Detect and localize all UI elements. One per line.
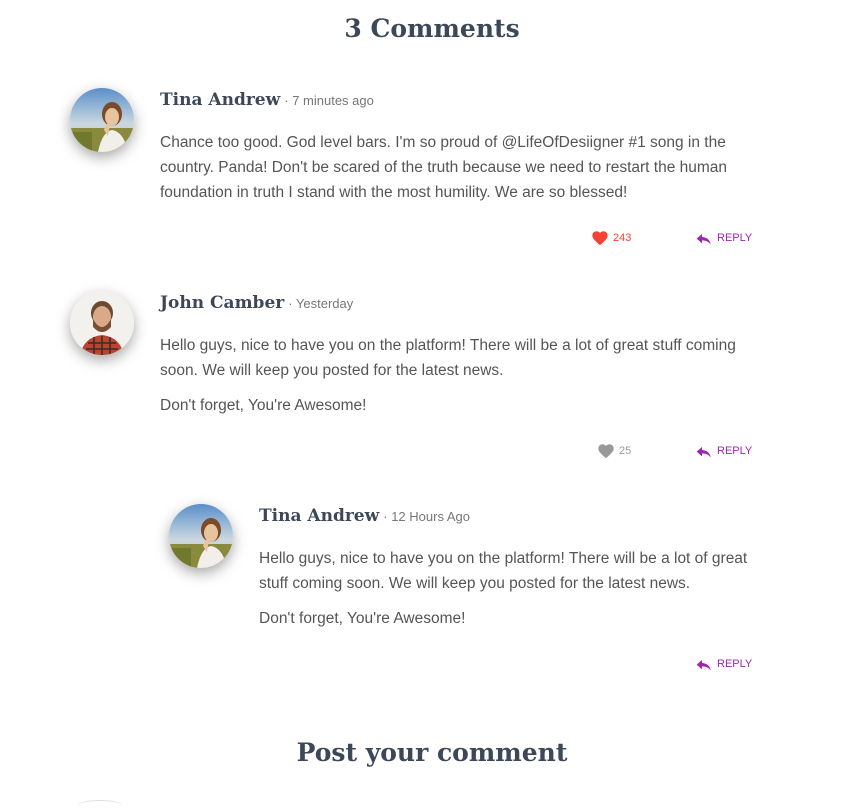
reply-label: REPLY (717, 445, 753, 457)
comment-timestamp: · 12 Hours Ago (383, 509, 470, 524)
comment-paragraph: Chance too good. God level bars. I'm so … (160, 134, 728, 201)
comment: John Camber · Yesterday Hello guys, nice … (70, 291, 770, 471)
comment-timestamp: · 7 minutes ago (284, 93, 374, 108)
avatar[interactable] (70, 291, 134, 355)
comment-author[interactable]: John Camber (160, 293, 284, 313)
comment-author[interactable]: Tina Andrew (160, 90, 280, 110)
reply-arrow-icon (696, 447, 711, 458)
avatar-photo-woman (169, 504, 233, 568)
comment-body: Hello guys, nice to have you on the plat… (259, 546, 764, 641)
reply-label: REPLY (717, 658, 753, 670)
nested-comment: Tina Andrew · 12 Hours Ago Hello guys, ni… (169, 504, 769, 684)
like-button[interactable]: 243 (591, 230, 631, 246)
avatar[interactable] (169, 504, 233, 568)
comment: Tina Andrew · 7 minutes ago Chance too go… (70, 88, 770, 258)
comment-timestamp: · Yesterday (288, 296, 354, 311)
avatar[interactable] (70, 88, 134, 152)
comment-paragraph: Don't forget, You're Awesome! (259, 610, 466, 627)
heart-icon (598, 444, 614, 459)
avatar-photo-man (70, 291, 134, 355)
comment-paragraph: Hello guys, nice to have you on the plat… (160, 337, 736, 379)
reply-arrow-icon (696, 660, 711, 671)
comment-body: Chance too good. God level bars. I'm so … (160, 130, 750, 215)
comment-paragraph: Don't forget, You're Awesome! (160, 397, 367, 414)
reply-arrow-icon (696, 234, 711, 245)
like-count: 243 (613, 232, 632, 244)
avatar (78, 800, 122, 811)
reply-button[interactable]: REPLY (696, 444, 752, 458)
reply-label: REPLY (717, 232, 753, 244)
heart-icon (592, 231, 608, 246)
post-comment-title: Post your comment (296, 738, 568, 767)
comment-author[interactable]: Tina Andrew (259, 506, 379, 526)
like-count: 25 (619, 445, 632, 457)
like-button[interactable]: 25 (597, 443, 631, 459)
comment-paragraph: Hello guys, nice to have you on the plat… (259, 550, 748, 592)
comments-count-title: 3 Comments (344, 14, 520, 43)
comment-body: Hello guys, nice to have you on the plat… (160, 333, 750, 428)
reply-button[interactable]: REPLY (696, 231, 752, 245)
reply-button[interactable]: REPLY (696, 657, 752, 671)
avatar-photo-woman (70, 88, 134, 152)
